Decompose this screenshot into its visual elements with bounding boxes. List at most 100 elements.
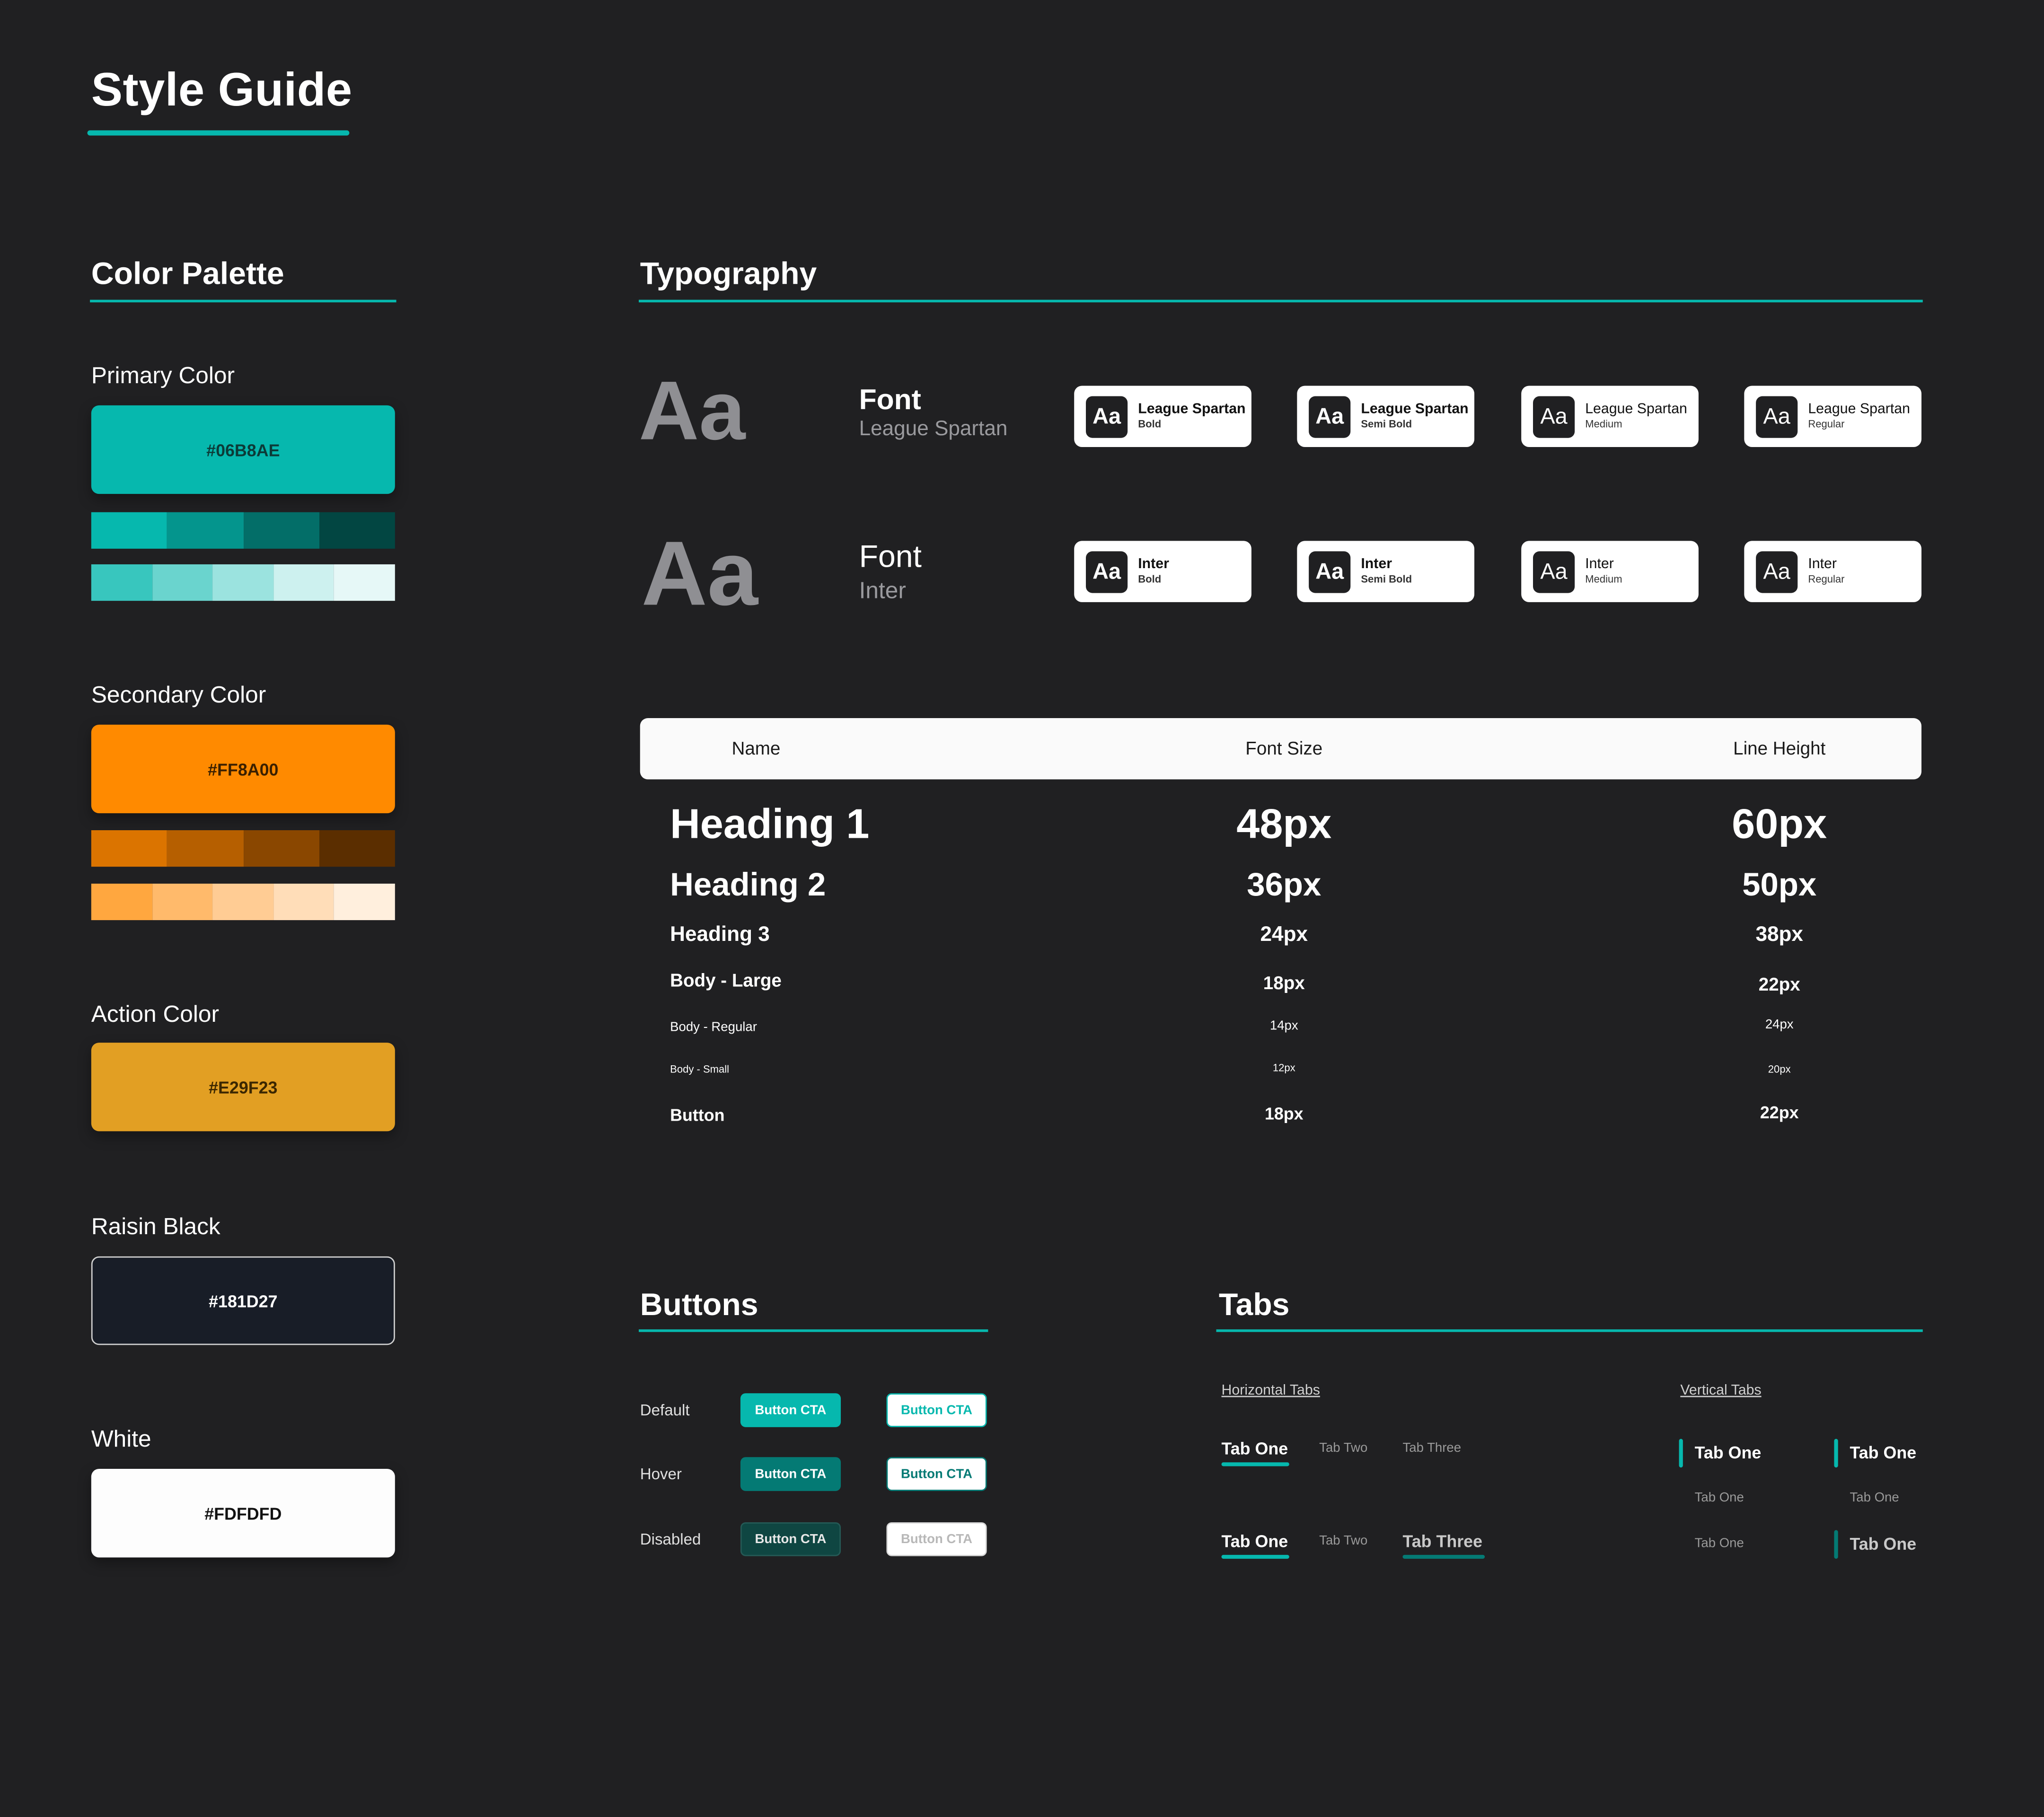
aa-glyph: Aa — [1756, 395, 1798, 438]
row-line: 60px — [1732, 800, 1827, 847]
tabs-underline — [1216, 1329, 1923, 1332]
raisin-black-swatch: #181D27 — [91, 1256, 395, 1345]
row-size: 14px — [1269, 1019, 1298, 1034]
secondary-tint-swatch — [152, 883, 213, 921]
tab-two[interactable]: Tab Two — [1319, 1441, 1367, 1456]
row-size: 18px — [1264, 1104, 1304, 1124]
aa-glyph: Aa — [1309, 395, 1351, 438]
secondary-light-tints — [91, 883, 395, 921]
chip-family: Inter — [1808, 556, 1837, 572]
row-name: Body - Small — [670, 1063, 730, 1075]
white-label: White — [91, 1426, 151, 1452]
horizontal-tabs-label: Horizontal Tabs — [1221, 1383, 1320, 1399]
row-name: Heading 2 — [670, 867, 826, 904]
primary-button-hover[interactable]: Button CTA — [740, 1457, 841, 1491]
chip-weight: Semi Bold — [1361, 419, 1412, 431]
primary-shade-swatch — [319, 512, 395, 549]
secondary-shade-swatch — [91, 830, 167, 867]
secondary-tint-swatch — [91, 883, 152, 921]
chip-family: Inter — [1138, 556, 1169, 572]
tab-one[interactable]: Tab One — [1850, 1491, 1899, 1505]
font-weight-chip: Aa League Spartan Medium — [1521, 386, 1699, 447]
secondary-shade-swatch — [243, 830, 319, 867]
font-weight-chip: Aa Inter Regular — [1744, 541, 1922, 602]
row-line: 20px — [1768, 1063, 1791, 1075]
header-line-height: Line Height — [1733, 737, 1826, 759]
primary-color-label: Primary Color — [91, 362, 235, 389]
row-line: 22px — [1760, 1102, 1799, 1123]
row-name: Heading 1 — [670, 800, 870, 847]
secondary-tint-swatch — [334, 883, 395, 921]
primary-tint-swatch — [334, 564, 395, 601]
tab-one[interactable]: Tab One — [1222, 1439, 1288, 1458]
row-size: 48px — [1236, 800, 1332, 847]
aa-glyph: Aa — [1756, 551, 1798, 593]
tab-one[interactable]: Tab One — [1850, 1443, 1916, 1462]
chip-weight: Bold — [1138, 419, 1162, 431]
color-palette-underline — [90, 299, 396, 303]
vertical-tabs-label: Vertical Tabs — [1680, 1383, 1762, 1399]
font-name: Inter — [859, 577, 906, 604]
secondary-dark-shades — [91, 830, 395, 867]
raisin-black-label: Raisin Black — [91, 1213, 220, 1240]
primary-button-disabled: Button CTA — [740, 1522, 841, 1556]
state-hover-label: Hover — [640, 1465, 682, 1483]
type-scale-header: Name Font Size Line Height — [640, 718, 1922, 780]
row-name: Button — [670, 1105, 725, 1125]
tab-three-hover[interactable]: Tab Three — [1402, 1531, 1482, 1551]
active-tab-indicator — [1221, 1462, 1289, 1466]
row-size: 12px — [1272, 1062, 1295, 1074]
tab-one[interactable]: Tab One — [1695, 1491, 1744, 1505]
primary-shade-swatch — [167, 512, 243, 549]
typography-title: Typography — [640, 256, 817, 292]
secondary-color-hex: #FF8A00 — [208, 759, 279, 779]
font-name: League Spartan — [859, 418, 1008, 441]
tab-three[interactable]: Tab Three — [1402, 1441, 1461, 1456]
primary-light-tints — [91, 564, 395, 601]
row-name: Body - Large — [670, 969, 782, 991]
font-label: Font — [859, 383, 921, 416]
font-weight-chip: Aa League Spartan Bold — [1074, 386, 1251, 447]
white-swatch: #FDFDFD — [91, 1468, 395, 1558]
chip-family: Inter — [1585, 556, 1614, 572]
chip-weight: Medium — [1585, 419, 1622, 431]
row-size: 36px — [1247, 867, 1322, 904]
secondary-button-hover[interactable]: Button CTA — [886, 1457, 987, 1491]
title-underline — [87, 130, 350, 136]
chip-weight: Bold — [1138, 574, 1162, 586]
league-spartan-sample: Aa — [639, 363, 746, 458]
primary-button-default[interactable]: Button CTA — [740, 1393, 841, 1427]
secondary-tint-swatch — [212, 883, 273, 921]
buttons-title: Buttons — [640, 1288, 758, 1323]
state-disabled-label: Disabled — [640, 1530, 701, 1549]
chip-family: League Spartan — [1361, 401, 1469, 417]
secondary-color-label: Secondary Color — [91, 681, 266, 708]
aa-glyph: Aa — [1533, 395, 1575, 438]
secondary-button-default[interactable]: Button CTA — [886, 1393, 987, 1427]
tab-one-hover[interactable]: Tab One — [1850, 1534, 1916, 1554]
aa-glyph: Aa — [1533, 551, 1575, 593]
primary-tint-swatch — [212, 564, 273, 601]
secondary-shade-swatch — [167, 830, 243, 867]
primary-tint-swatch — [91, 564, 152, 601]
style-guide-canvas: Style Guide Color Palette Primary Color … — [0, 0, 2044, 1817]
primary-dark-shades — [91, 512, 395, 549]
tab-one[interactable]: Tab One — [1695, 1443, 1762, 1462]
chip-family: League Spartan — [1138, 401, 1246, 417]
tab-one[interactable]: Tab One — [1222, 1531, 1288, 1551]
primary-shade-swatch — [91, 512, 167, 549]
row-line: 22px — [1758, 974, 1800, 995]
aa-glyph: Aa — [1309, 551, 1351, 593]
typography-underline — [639, 299, 1923, 303]
chip-family: League Spartan — [1585, 401, 1687, 417]
chip-family: Inter — [1361, 556, 1392, 572]
chip-family: League Spartan — [1808, 401, 1911, 417]
header-font-size: Font Size — [1245, 737, 1323, 759]
primary-color-swatch: #06B8AE — [91, 405, 395, 494]
tab-one[interactable]: Tab One — [1695, 1536, 1744, 1551]
secondary-shade-swatch — [319, 830, 395, 867]
secondary-tint-swatch — [273, 883, 335, 921]
row-name: Heading 3 — [670, 924, 770, 947]
tab-two[interactable]: Tab Two — [1319, 1534, 1367, 1548]
primary-color-hex: #06B8AE — [206, 439, 280, 460]
